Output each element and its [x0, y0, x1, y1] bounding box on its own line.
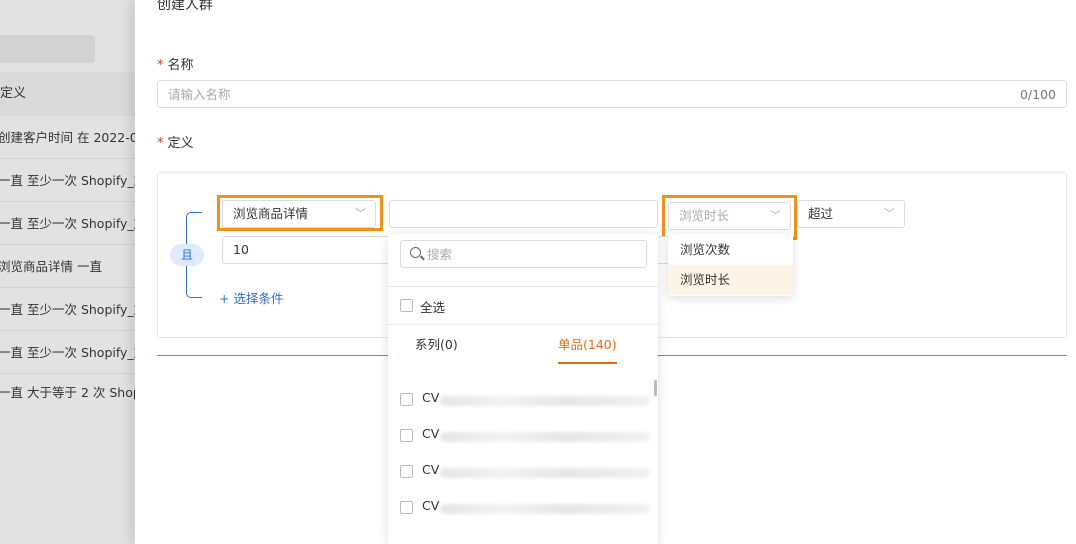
required-mark: * [157, 136, 164, 151]
product-search-input[interactable] [401, 241, 646, 267]
logic-and-toggle[interactable]: 且 [170, 244, 204, 266]
operator-select[interactable]: 超过 ﹀ [797, 200, 905, 228]
product-dropdown: 全选 系列(0) 单品(140) CV CV CV CV [388, 234, 658, 544]
item-checkbox[interactable] [400, 429, 413, 442]
tab-products[interactable]: 单品(140) [558, 334, 617, 353]
background-column-header: 定义 [0, 72, 135, 116]
item-checkbox[interactable] [400, 501, 413, 514]
metric-option-view-count[interactable]: 浏览次数 [668, 235, 793, 265]
select-all-label: 全选 [420, 300, 446, 315]
operator-select-value: 超过 [808, 206, 834, 221]
blurred-text [440, 468, 650, 478]
blurred-text [440, 504, 650, 514]
definition-label: * 定义 [157, 136, 194, 151]
scrollbar-thumb[interactable] [654, 380, 657, 396]
name-label: * 名称 [157, 58, 194, 73]
search-icon [410, 247, 421, 258]
name-char-counter: 0/100 [1019, 87, 1056, 102]
tab-series[interactable]: 系列(0) [415, 334, 458, 353]
metric-option-view-duration[interactable]: 浏览时长 [668, 265, 793, 295]
background-row: 一直 至少一次 Shopify_加 [0, 159, 135, 202]
blurred-text [440, 432, 650, 442]
metric-dropdown: 浏览次数 浏览时长 [668, 234, 793, 296]
product-select[interactable] [389, 200, 658, 228]
blurred-text [440, 396, 650, 406]
background-row: 一直 至少一次 Shopify_放 [0, 202, 135, 245]
divider [388, 324, 658, 325]
divider [388, 286, 658, 287]
background-row: 创建客户时间 在 2022-0 [0, 116, 135, 159]
item-checkbox[interactable] [400, 465, 413, 478]
name-field[interactable]: 0/100 [157, 80, 1067, 108]
background-row: 浏览商品详情 一直 [0, 245, 135, 288]
add-condition-link[interactable]: + 选择条件 [219, 288, 283, 307]
value-input-text: 10 [233, 242, 249, 257]
background-row: 一直 大于等于 2 次 Shop [0, 385, 135, 400]
background-row: 一直 至少一次 Shopify_放 [0, 288, 135, 331]
background-row: 一直 至少一次 Shopify_加 [0, 331, 135, 374]
product-search[interactable] [400, 240, 647, 268]
drawer-title: 创建人群 [157, 0, 213, 13]
background-search-pill [0, 35, 95, 63]
active-tab-underline [558, 362, 617, 364]
required-mark: * [157, 58, 164, 73]
value-input[interactable]: 10 [222, 236, 392, 264]
item-checkbox[interactable] [400, 393, 413, 406]
name-input[interactable] [158, 81, 1066, 107]
background-header-label: 定义 [0, 86, 27, 101]
event-select-highlight [217, 195, 383, 231]
select-all-checkbox[interactable] [400, 299, 413, 312]
chevron-down-icon: ﹀ [884, 207, 895, 220]
background-list-panel: 定义 创建客户时间 在 2022-0 一直 至少一次 Shopify_加 一直 … [0, 0, 135, 544]
